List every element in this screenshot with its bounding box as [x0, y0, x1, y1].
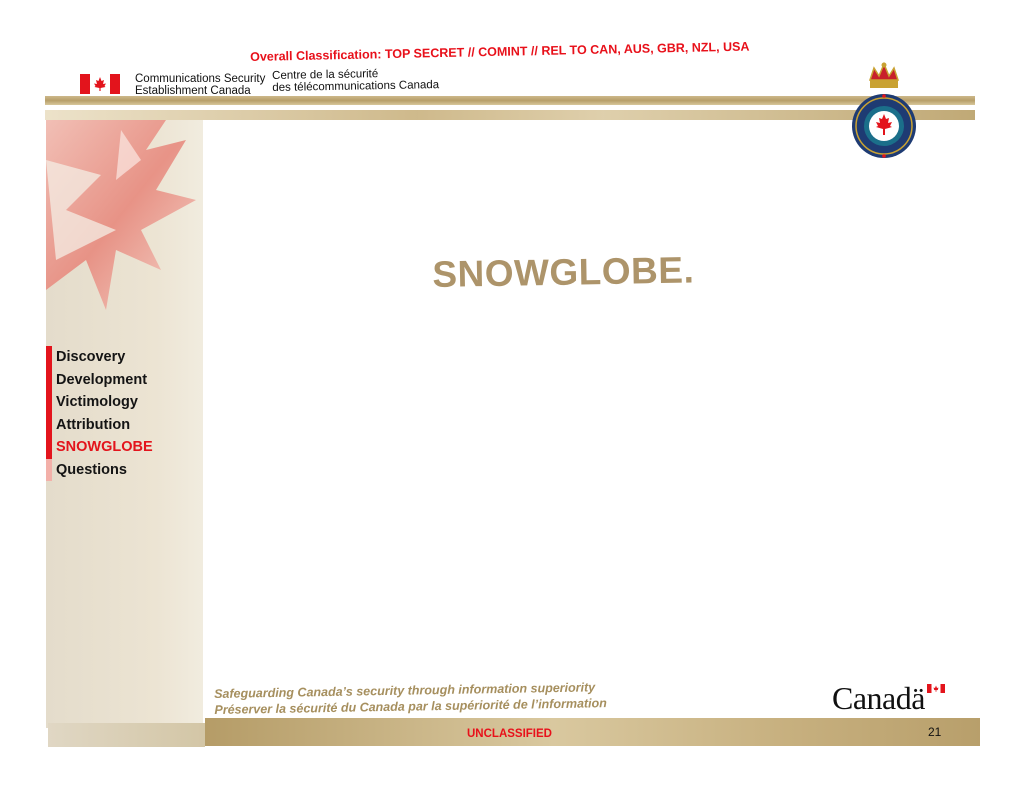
- canada-wordmark: Canadä: [832, 680, 925, 716]
- org-name-french: Centre de la sécurité des télécommunicat…: [272, 68, 440, 94]
- nav-marker: [46, 413, 52, 436]
- nav-marker: [46, 458, 52, 481]
- wordmark-flag-icon: [927, 684, 945, 693]
- nav-item-discovery[interactable]: Discovery: [46, 346, 203, 369]
- nav-item-attribution[interactable]: Attribution: [46, 413, 203, 436]
- nav-item-development[interactable]: Development: [46, 368, 203, 391]
- canada-flag-icon: [80, 74, 120, 94]
- nav-marker: [46, 391, 52, 414]
- header-gold-bar: [45, 96, 975, 105]
- nav-item-victimology[interactable]: Victimology: [46, 391, 203, 414]
- maple-leaf-art: [46, 120, 196, 310]
- page-number: 21: [928, 725, 942, 739]
- footer-gold-bar: [205, 718, 980, 746]
- org-name-english: Communications Security Establishment Ca…: [135, 73, 266, 97]
- header-gold-line: [45, 110, 975, 120]
- nav-marker: [46, 368, 52, 391]
- cse-crest-icon: [852, 62, 916, 158]
- nav-marker: [46, 346, 52, 369]
- nav-item-questions[interactable]: Questions: [46, 458, 203, 481]
- slide-title: SNOWGLOBE.: [432, 249, 695, 295]
- footer-tagline: Safeguarding Canada’s security through i…: [214, 680, 607, 717]
- nav-item-snowglobe[interactable]: SNOWGLOBE: [46, 436, 203, 459]
- slide: Overall Classification: TOP SECRET // CO…: [0, 0, 1024, 791]
- nav-marker: [46, 436, 52, 459]
- classification-banner: Overall Classification: TOP SECRET // CO…: [250, 39, 750, 64]
- section-nav: Discovery Development Victimology Attrib…: [46, 346, 203, 481]
- classification-marking: UNCLASSIFIED: [467, 728, 552, 740]
- footer-bar-left: [48, 723, 205, 747]
